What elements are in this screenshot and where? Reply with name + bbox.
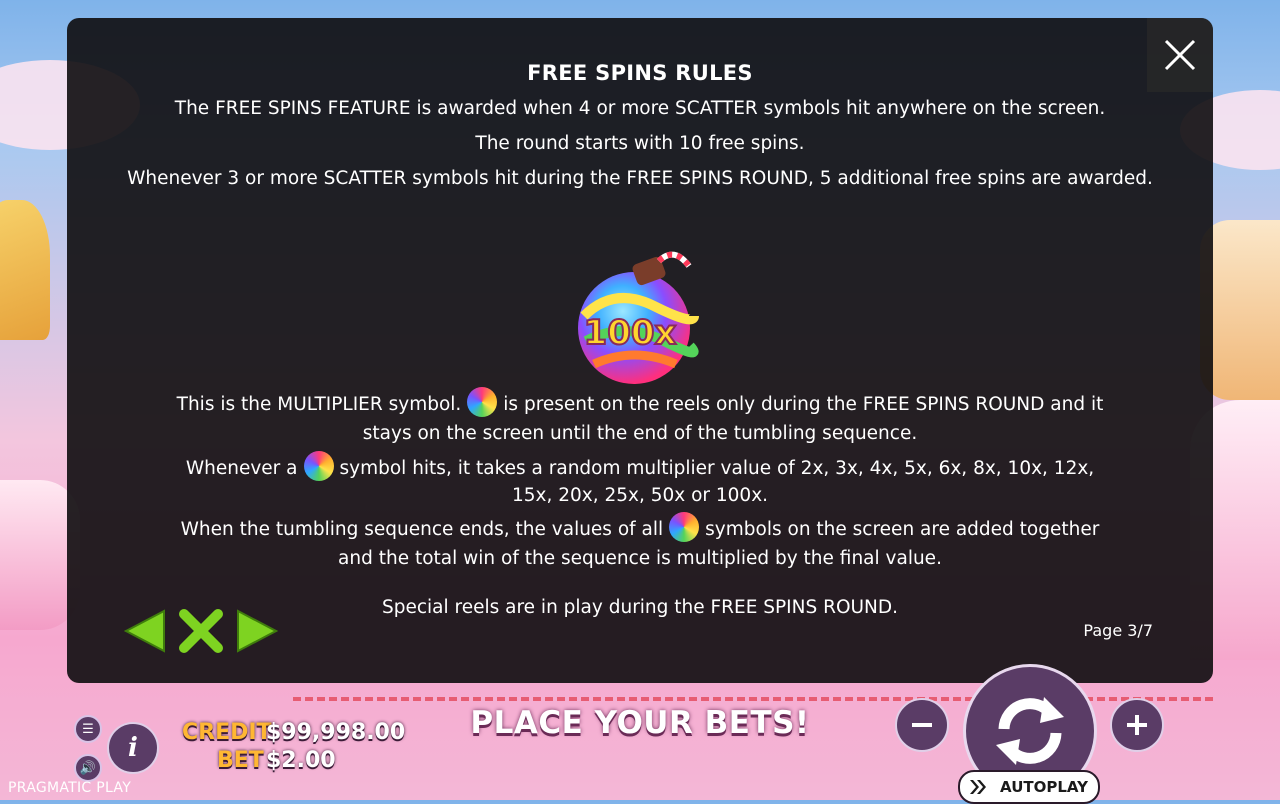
menu-button[interactable]: ☰ xyxy=(74,715,102,743)
multiplier-bomb-icon xyxy=(467,387,498,417)
rules-modal: FREE SPINS RULES The FREE SPINS FEATURE … xyxy=(67,18,1213,683)
multiplier-bomb-icon xyxy=(669,512,700,542)
rules-paragraph: This is the MULTIPLIER symbol. is present… xyxy=(167,387,1113,448)
credit-label: CREDIT xyxy=(182,720,272,745)
rules-paragraph: Whenever a symbol hits, it takes a random… xyxy=(167,451,1113,508)
rules-text: Whenever a xyxy=(185,458,298,479)
page-indicator: Page 3/7 xyxy=(1083,621,1153,640)
rules-text: Special reels are in play during the FRE… xyxy=(381,597,899,618)
rules-navigation xyxy=(122,608,280,654)
rules-text: The round starts with 10 free spins. xyxy=(475,133,805,154)
svg-text:100x: 100x xyxy=(584,313,677,353)
sound-button[interactable]: 🔊 xyxy=(74,754,102,782)
rules-text: This is the MULTIPLIER symbol. xyxy=(176,394,462,415)
prev-page-button[interactable] xyxy=(122,608,168,654)
brand-logo: PRAGMATIC PLAY xyxy=(8,780,132,796)
decrease-bet-button[interactable] xyxy=(895,698,949,752)
sound-icon: 🔊 xyxy=(79,760,97,776)
rules-text: When the tumbling sequence ends, the val… xyxy=(180,519,664,540)
bet-label: BET xyxy=(217,748,264,773)
increase-bet-button[interactable] xyxy=(1110,698,1164,752)
background-cone xyxy=(0,200,50,340)
minus-icon xyxy=(912,723,932,727)
autoplay-icon xyxy=(970,780,987,794)
prev-arrow-icon xyxy=(124,609,165,653)
menu-icon: ☰ xyxy=(82,721,94,737)
bet-value: $2.00 xyxy=(266,748,336,773)
next-arrow-icon xyxy=(237,609,278,653)
close-rules-icon xyxy=(179,609,223,653)
rules-paragraph: When the tumbling sequence ends, the val… xyxy=(167,512,1113,573)
info-button[interactable]: i xyxy=(107,722,159,774)
multiplier-bomb-icon: 100x xyxy=(564,246,714,386)
info-icon: i xyxy=(128,733,138,763)
rules-title: FREE SPINS RULES xyxy=(527,61,753,85)
status-message: PLACE YOUR BETS! xyxy=(470,705,810,741)
multiplier-bomb-icon xyxy=(303,451,334,481)
spin-icon xyxy=(996,697,1064,765)
close-rules-button[interactable] xyxy=(178,608,224,654)
rules-text: The FREE SPINS FEATURE is awarded when 4… xyxy=(174,98,1106,119)
rules-text: symbol hits, it takes a random multiplie… xyxy=(339,458,1095,506)
autoplay-button[interactable]: AUTOPLAY xyxy=(958,770,1100,804)
plus-icon xyxy=(1127,715,1147,735)
credit-value: $99,998.00 xyxy=(266,720,406,745)
next-page-button[interactable] xyxy=(234,608,280,654)
rules-text: Whenever 3 or more SCATTER symbols hit d… xyxy=(127,168,1153,189)
autoplay-label: AUTOPLAY xyxy=(1000,778,1088,796)
